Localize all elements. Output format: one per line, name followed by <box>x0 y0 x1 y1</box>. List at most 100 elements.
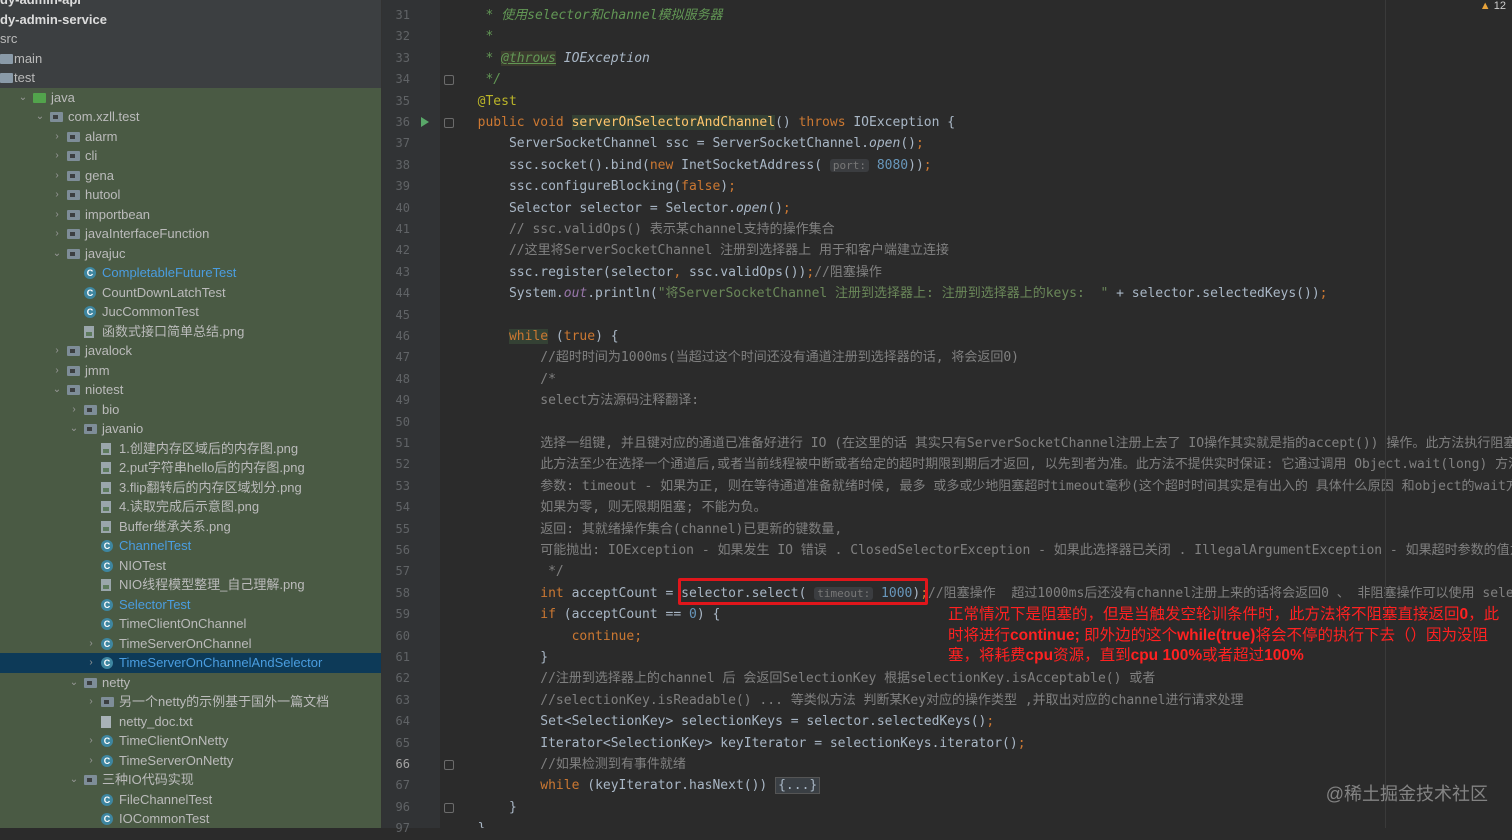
tree-item[interactable]: › cli <box>0 146 381 166</box>
chevron-right-icon[interactable]: › <box>51 361 63 381</box>
tree-item[interactable]: C JucCommonTest <box>0 302 381 322</box>
chevron-right-icon[interactable]: › <box>85 751 97 771</box>
chevron-down-icon[interactable]: ⌄ <box>51 244 63 264</box>
tree-item[interactable]: › hutool <box>0 185 381 205</box>
tree-item[interactable]: C IOCommonTest <box>0 809 381 828</box>
tree-item[interactable]: ⌄ netty <box>0 672 381 692</box>
tree-item[interactable]: ⌄ java <box>0 87 381 108</box>
fold-marker-icon[interactable] <box>444 118 454 128</box>
tree-item[interactable]: ⌄ niotest <box>0 380 381 400</box>
tree-item[interactable]: Buffer继承关系.png <box>0 516 381 536</box>
code-line[interactable]: Set<SelectionKey> selectionKeys = select… <box>462 711 994 732</box>
fold-marker-icon[interactable] <box>444 760 454 770</box>
code-line[interactable]: //selectionKey.isReadable() ... 等类似方法 判断… <box>462 690 1243 711</box>
code-line[interactable]: * 使用selector和channel模拟服务器 <box>462 5 722 26</box>
chevron-right-icon[interactable]: › <box>51 205 63 225</box>
chevron-right-icon[interactable]: › <box>85 653 97 673</box>
warnings-indicator[interactable]: ▲ 12 <box>1480 0 1506 12</box>
tree-item[interactable]: 3.flip翻转后的内存区域划分.png <box>0 477 381 497</box>
tree-item[interactable]: dy-admin-api <box>0 0 381 10</box>
chevron-down-icon[interactable]: ⌄ <box>34 107 46 127</box>
chevron-right-icon[interactable]: › <box>68 400 80 420</box>
code-line[interactable]: while (true) { <box>462 326 619 347</box>
tree-item[interactable]: › bio <box>0 399 381 420</box>
code-line[interactable]: //如果检测到有事件就绪 <box>462 754 686 775</box>
tree-item[interactable]: › javaInterfaceFunction <box>0 224 381 244</box>
tree-item[interactable]: C NIOTest <box>0 555 381 575</box>
code-line[interactable]: //超时时间为1000ms(当超过这个时间还没有通道注册到选择器的话, 将会返回… <box>462 347 1019 368</box>
fold-marker-icon[interactable] <box>444 75 454 86</box>
tree-item[interactable]: 4.读取完成后示意图.png <box>0 497 381 517</box>
chevron-right-icon[interactable]: › <box>51 127 63 147</box>
code-line[interactable]: 选择一组键, 并且键对应的通道已准备好进行 IO (在这里的话 其实只有Serv… <box>462 433 1512 454</box>
code-line[interactable]: Iterator<SelectionKey> keyIterator = sel… <box>462 733 1025 754</box>
tree-item[interactable]: › importbean <box>0 204 381 225</box>
code-line[interactable]: * <box>462 26 493 47</box>
tree-item[interactable]: 1.创建内存区域后的内存图.png <box>0 438 381 458</box>
tree-item[interactable]: 2.put字符串hello后的内存图.png <box>0 458 381 478</box>
code-line[interactable]: while (keyIterator.hasNext()) {...} <box>462 775 821 796</box>
fold-marker-icon[interactable] <box>444 802 454 813</box>
code-line[interactable]: * @throws IOException <box>462 48 650 69</box>
tree-item[interactable]: › alarm <box>0 126 381 147</box>
chevron-down-icon[interactable]: ⌄ <box>51 380 63 400</box>
code-line[interactable]: public void serverOnSelectorAndChannel()… <box>462 112 955 133</box>
code-line[interactable]: */ <box>462 561 564 582</box>
tree-item[interactable]: › jmm <box>0 360 381 381</box>
code-line[interactable]: //注册到选择器上的channel 后 会返回SelectionKey 根据se… <box>462 668 1155 689</box>
tree-item[interactable]: 函数式接口简单总结.png <box>0 321 381 341</box>
code-line[interactable]: // ssc.validOps() 表示某channel支持的操作集合 <box>462 219 835 240</box>
chevron-right-icon[interactable]: › <box>85 634 97 654</box>
chevron-right-icon[interactable]: › <box>51 224 63 244</box>
tree-item[interactable]: dy-admin-service <box>0 10 381 30</box>
code-line[interactable]: select方法源码注释翻译: <box>462 390 699 411</box>
tree-item[interactable]: test <box>0 68 381 88</box>
code-line[interactable]: ssc.configureBlocking(false); <box>462 176 736 197</box>
chevron-right-icon[interactable]: › <box>51 146 63 166</box>
tree-item[interactable]: C ChannelTest <box>0 536 381 556</box>
tree-item[interactable]: C CountDownLatchTest <box>0 282 381 302</box>
tree-item[interactable]: src <box>0 29 381 49</box>
tree-item[interactable]: › C TimeServerOnChannelAndSelector <box>0 653 381 673</box>
tree-item[interactable]: › 另一个netty的示例基于国外一篇文档 <box>0 692 381 712</box>
code-line[interactable]: if (acceptCount == 0) { <box>462 604 720 625</box>
tree-item[interactable]: › gena <box>0 165 381 186</box>
code-line[interactable]: ssc.register(selector, ssc.validOps());/… <box>462 262 882 283</box>
run-test-icon[interactable] <box>421 117 429 127</box>
tree-item[interactable]: ⌄ javanio <box>0 419 381 439</box>
tree-item[interactable]: › C TimeServerOnNetty <box>0 750 381 771</box>
chevron-right-icon[interactable]: › <box>51 166 63 186</box>
tree-item[interactable]: C TimeClientOnChannel <box>0 614 381 634</box>
tree-item[interactable]: › C TimeServerOnChannel <box>0 633 381 654</box>
tree-item[interactable]: ⌄ com.xzll.test <box>0 107 381 127</box>
project-tree-panel[interactable]: dy-admin-apidy-admin-service src main test ⌄… <box>0 0 382 828</box>
tree-item[interactable]: › javalock <box>0 341 381 361</box>
chevron-down-icon[interactable]: ⌄ <box>68 770 80 790</box>
code-line[interactable]: 返回: 其就绪操作集合(channel)已更新的键数量, <box>462 519 842 540</box>
code-line[interactable]: //这里将ServerSocketChannel 注册到选择器上 用于和客户端建… <box>462 240 949 261</box>
chevron-down-icon[interactable]: ⌄ <box>17 88 29 108</box>
code-line[interactable]: continue; <box>462 626 642 647</box>
code-line[interactable]: 如果为零, 则无限期阻塞; 不能为负。 <box>462 497 766 518</box>
code-line[interactable]: System.out.println("将ServerSocketChannel… <box>462 283 1328 304</box>
code-line[interactable]: } <box>462 818 486 828</box>
tree-item[interactable]: C CompletableFutureTest <box>0 263 381 283</box>
code-line[interactable]: @Test <box>462 91 517 112</box>
code-line[interactable]: } <box>462 647 548 668</box>
code-line[interactable]: } <box>462 797 517 818</box>
tree-item[interactable]: main <box>0 49 381 69</box>
tree-item[interactable]: › C TimeClientOnNetty <box>0 731 381 751</box>
code-line[interactable]: 此方法至少在选择一个通道后,或者当前线程被中断或者给定的超时期限到期后才返回, … <box>462 454 1512 475</box>
code-line[interactable]: int acceptCount = selector.select( timeo… <box>462 583 1512 604</box>
code-line[interactable]: ssc.socket().bind(new InetSocketAddress(… <box>462 155 932 176</box>
code-line[interactable]: 可能抛出: IOException - 如果发生 IO 错误 . ClosedS… <box>462 540 1512 561</box>
code-line[interactable]: */ <box>462 69 501 90</box>
chevron-right-icon[interactable]: › <box>85 692 97 712</box>
tree-item[interactable]: ⌄ javajuc <box>0 243 381 264</box>
chevron-right-icon[interactable]: › <box>51 185 63 205</box>
tree-item[interactable]: ⌄ 三种IO代码实现 <box>0 770 381 790</box>
chevron-down-icon[interactable]: ⌄ <box>68 419 80 439</box>
tree-item[interactable]: C SelectorTest <box>0 594 381 614</box>
chevron-right-icon[interactable]: › <box>85 731 97 751</box>
tree-item[interactable]: NIO线程模型整理_自己理解.png <box>0 575 381 595</box>
